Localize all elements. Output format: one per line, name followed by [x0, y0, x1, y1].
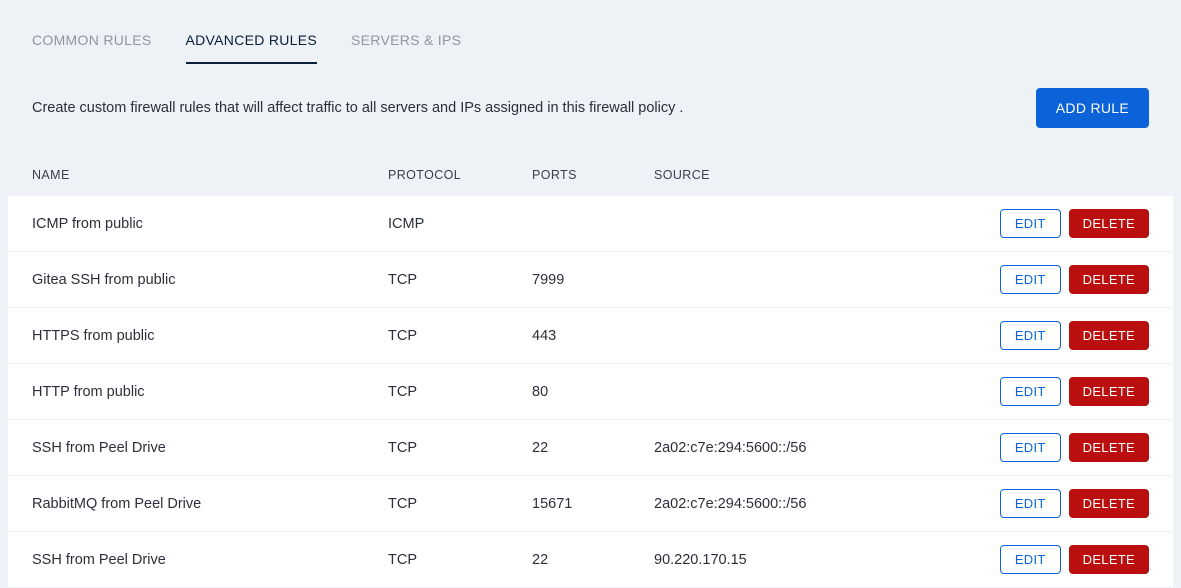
edit-button[interactable]: EDIT — [1000, 377, 1061, 406]
rule-source: 90.220.170.15 — [654, 552, 969, 568]
edit-button[interactable]: EDIT — [1000, 489, 1061, 518]
delete-button[interactable]: DELETE — [1069, 377, 1149, 406]
delete-button[interactable]: DELETE — [1069, 433, 1149, 462]
tab-servers-ips[interactable]: SERVERS & IPS — [351, 32, 461, 64]
table-header: NAME PROTOCOL PORTS SOURCE — [8, 152, 1173, 196]
column-header-name: NAME — [32, 168, 388, 182]
tab-common-rules[interactable]: COMMON RULES — [32, 32, 152, 64]
column-header-ports: PORTS — [532, 168, 654, 182]
edit-button[interactable]: EDIT — [1000, 433, 1061, 462]
column-header-protocol: PROTOCOL — [388, 168, 532, 182]
rules-table-body: ICMP from publicICMPEDITDELETEGitea SSH … — [8, 196, 1173, 588]
rule-ports: 80 — [532, 384, 654, 400]
tab-bar: COMMON RULES ADVANCED RULES SERVERS & IP… — [8, 8, 1173, 64]
rule-name: Gitea SSH from public — [32, 272, 388, 288]
rule-protocol: ICMP — [388, 216, 532, 232]
rule-protocol: TCP — [388, 272, 532, 288]
table-row: SSH from Peel DriveTCP222a02:c7e:294:560… — [8, 420, 1173, 476]
delete-button[interactable]: DELETE — [1069, 209, 1149, 238]
rule-actions: EDIT DELETE — [969, 209, 1149, 238]
rule-ports: 7999 — [532, 272, 654, 288]
header-row: Create custom firewall rules that will a… — [8, 64, 1173, 152]
rule-name: SSH from Peel Drive — [32, 552, 388, 568]
rule-source: 2a02:c7e:294:5600::/56 — [654, 440, 969, 456]
column-header-source: SOURCE — [654, 168, 1149, 182]
rule-protocol: TCP — [388, 384, 532, 400]
edit-button[interactable]: EDIT — [1000, 209, 1061, 238]
rule-ports: 443 — [532, 328, 654, 344]
edit-button[interactable]: EDIT — [1000, 545, 1061, 574]
rule-actions: EDIT DELETE — [969, 489, 1149, 518]
table-row: ICMP from publicICMP EDIT DELETE — [8, 196, 1173, 252]
rule-actions: EDIT DELETE — [969, 377, 1149, 406]
table-row: HTTPS from publicTCP443 EDIT DELETE — [8, 308, 1173, 364]
edit-button[interactable]: EDIT — [1000, 321, 1061, 350]
rule-ports: 22 — [532, 440, 654, 456]
rule-actions: EDIT DELETE — [969, 321, 1149, 350]
table-row: Gitea SSH from publicTCP7999 EDIT DELETE — [8, 252, 1173, 308]
rule-protocol: TCP — [388, 440, 532, 456]
rule-actions: EDIT DELETE — [969, 433, 1149, 462]
rule-ports: 22 — [532, 552, 654, 568]
add-rule-button[interactable]: ADD RULE — [1036, 88, 1149, 128]
rule-protocol: TCP — [388, 496, 532, 512]
rule-name: RabbitMQ from Peel Drive — [32, 496, 388, 512]
rule-protocol: TCP — [388, 552, 532, 568]
delete-button[interactable]: DELETE — [1069, 545, 1149, 574]
rule-name: SSH from Peel Drive — [32, 440, 388, 456]
table-row: RabbitMQ from Peel DriveTCP156712a02:c7e… — [8, 476, 1173, 532]
panel-description: Create custom firewall rules that will a… — [32, 100, 683, 116]
rule-name: HTTPS from public — [32, 328, 388, 344]
rule-source: 2a02:c7e:294:5600::/56 — [654, 496, 969, 512]
delete-button[interactable]: DELETE — [1069, 265, 1149, 294]
rule-name: ICMP from public — [32, 216, 388, 232]
rule-actions: EDIT DELETE — [969, 545, 1149, 574]
delete-button[interactable]: DELETE — [1069, 321, 1149, 350]
table-row: HTTP from publicTCP80 EDIT DELETE — [8, 364, 1173, 420]
rule-protocol: TCP — [388, 328, 532, 344]
rule-ports: 15671 — [532, 496, 654, 512]
tab-advanced-rules[interactable]: ADVANCED RULES — [186, 32, 318, 64]
table-row: SSH from Peel DriveTCP2290.220.170.15EDI… — [8, 532, 1173, 588]
rule-name: HTTP from public — [32, 384, 388, 400]
firewall-panel: COMMON RULES ADVANCED RULES SERVERS & IP… — [8, 8, 1173, 588]
delete-button[interactable]: DELETE — [1069, 489, 1149, 518]
rule-actions: EDIT DELETE — [969, 265, 1149, 294]
edit-button[interactable]: EDIT — [1000, 265, 1061, 294]
